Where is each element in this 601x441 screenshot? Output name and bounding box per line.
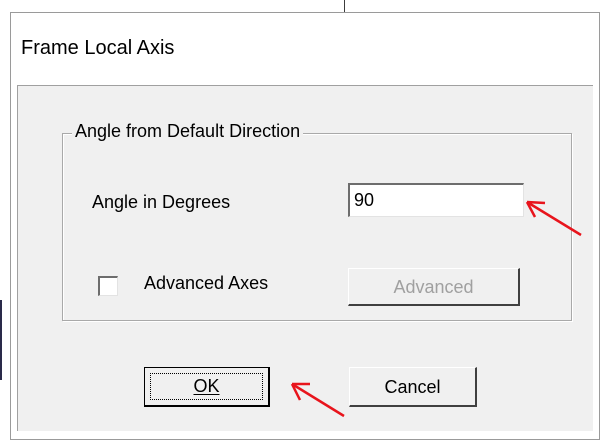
dialog-titlebar[interactable]: Frame Local Axis	[11, 13, 599, 83]
angle-label: Angle in Degrees	[92, 192, 231, 212]
background-window-edge	[344, 0, 345, 12]
advanced-button: Advanced	[348, 268, 520, 306]
angle-input[interactable]	[348, 183, 524, 217]
frame-local-axis-dialog: Frame Local Axis Angle from Default Dire…	[10, 12, 600, 440]
advanced-axes-checkbox[interactable]	[98, 276, 118, 296]
dialog-client-area: Angle from Default Direction Angle in De…	[17, 85, 593, 431]
background-window-edge-left	[0, 300, 2, 380]
ok-button-label: OK	[193, 376, 220, 396]
ok-button[interactable]: OK	[144, 367, 270, 407]
dialog-title: Frame Local Axis	[21, 37, 175, 59]
screenshot-stage: Frame Local Axis Angle from Default Dire…	[0, 0, 601, 441]
groupbox-legend: Angle from Default Direction	[72, 121, 304, 142]
advanced-axes-label[interactable]: Advanced Axes	[144, 273, 268, 294]
cancel-button[interactable]: Cancel	[349, 367, 477, 407]
